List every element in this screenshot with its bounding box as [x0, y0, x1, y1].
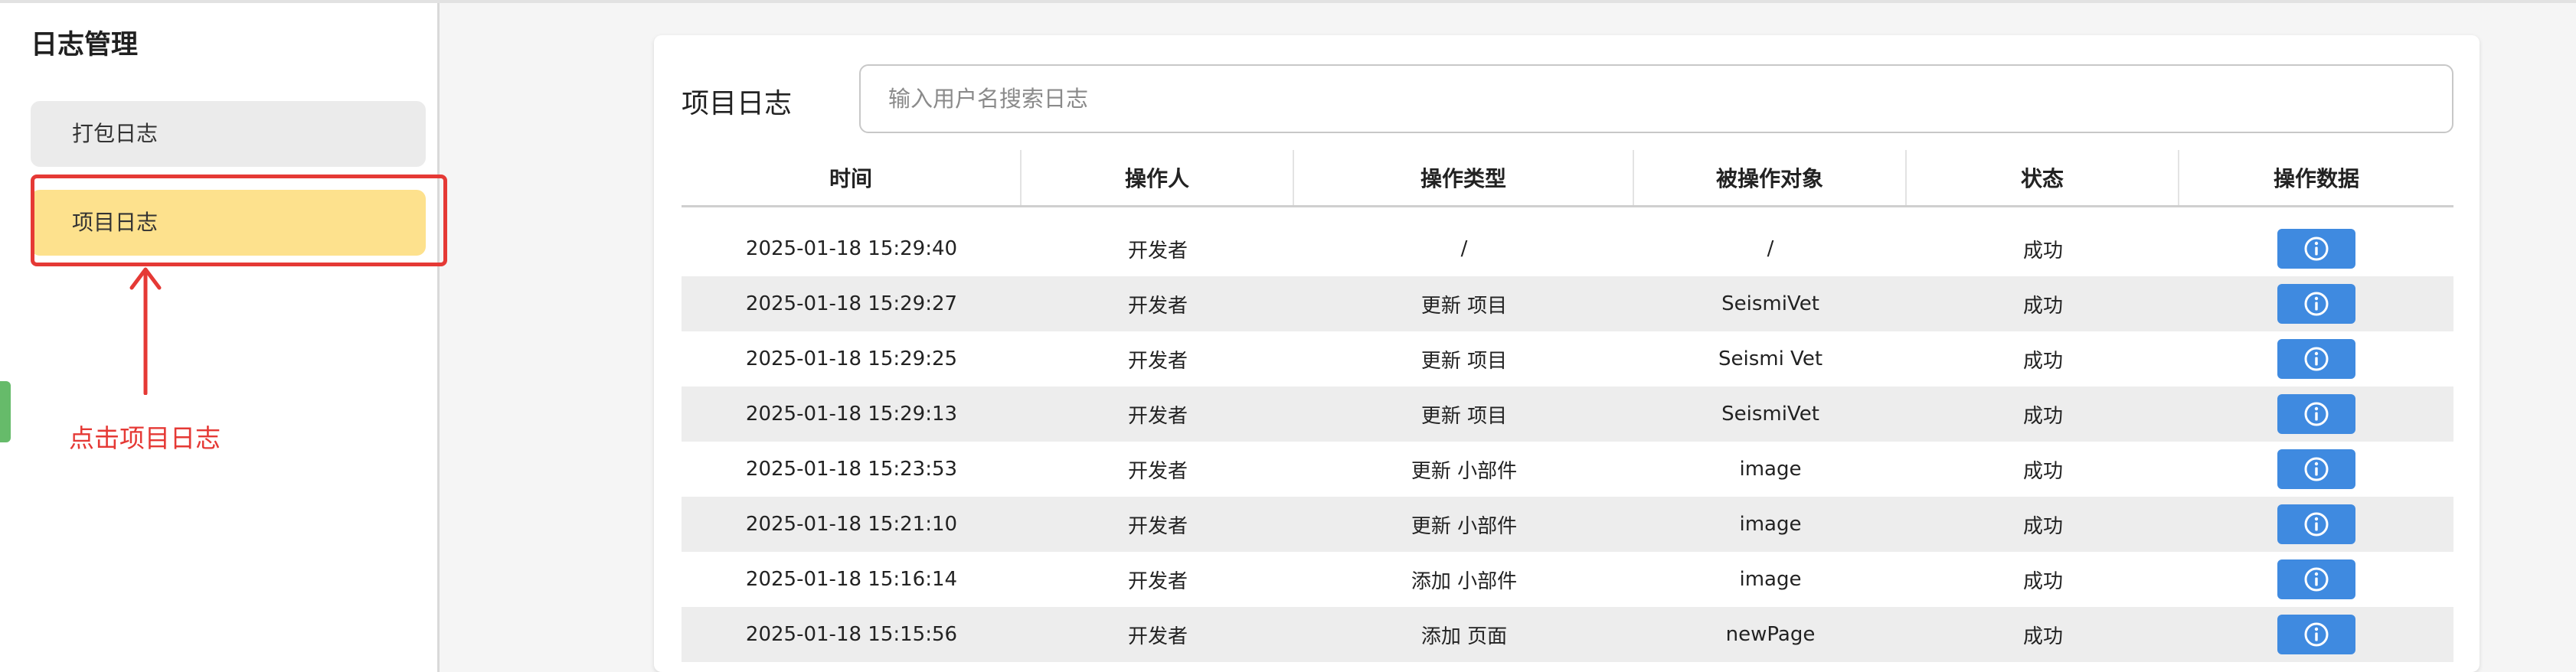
column-header-operator[interactable]: 操作人	[1022, 150, 1294, 205]
table-row: 2025-01-18 15:29:27 开发者 更新 项目 SeismiVet 成功	[682, 276, 2453, 331]
cell-type: 更新 项目	[1420, 294, 1508, 318]
cell-operator: 开发者	[1127, 514, 1188, 538]
view-data-button[interactable]	[2277, 615, 2355, 654]
cell-target: image	[1739, 513, 1802, 536]
view-data-button[interactable]	[2277, 229, 2355, 269]
sidebar: 日志管理 打包日志 项目日志 点击项目日志	[0, 3, 447, 672]
cell-operator: 开发者	[1127, 239, 1188, 263]
table-row: 2025-01-18 15:29:13 开发者 更新 项目 SeismiVet 成功	[682, 387, 2453, 442]
cell-time: 2025-01-18 15:16:14	[745, 568, 958, 591]
cell-time: 2025-01-18 15:29:13	[745, 403, 958, 426]
cell-target: /	[1767, 237, 1774, 260]
cell-status: 成功	[2022, 459, 2063, 483]
table-row: 2025-01-18 15:23:53 开发者 更新 小部件 image 成功	[682, 442, 2453, 497]
cell-time: 2025-01-18 15:29:40	[745, 237, 958, 260]
info-icon	[2304, 237, 2329, 261]
cell-action	[2179, 442, 2453, 497]
view-data-button[interactable]	[2277, 504, 2355, 544]
table-row: 2025-01-18 15:29:40 开发者 / / 成功	[682, 221, 2453, 276]
column-header-time[interactable]: 时间	[682, 150, 1022, 205]
cell-time: 2025-01-18 15:21:10	[745, 513, 958, 536]
cell-type: 添加 页面	[1420, 625, 1508, 648]
cell-operator: 开发者	[1127, 349, 1188, 373]
cell-type: 更新 小部件	[1411, 514, 1518, 538]
cell-type: 更新 小部件	[1411, 459, 1518, 483]
cell-target: image	[1739, 458, 1802, 481]
log-card: 项目日志 时间 操作人 操作类型 被操作对象 状态 操作数据 2025-01-1…	[654, 35, 2480, 672]
info-icon	[2304, 457, 2329, 481]
cell-time: 2025-01-18 15:29:27	[745, 292, 958, 315]
sidebar-title: 日志管理	[31, 30, 139, 60]
cell-action	[2179, 276, 2453, 331]
cell-operator: 开发者	[1127, 459, 1188, 483]
annotation-text: 点击项目日志	[69, 423, 221, 453]
annotation-highlight-box	[31, 175, 447, 266]
edge-handle[interactable]	[0, 381, 11, 442]
cell-status: 成功	[2022, 239, 2063, 263]
search-input[interactable]	[859, 64, 2453, 133]
cell-time: 2025-01-18 15:29:25	[745, 347, 958, 370]
cell-status: 成功	[2022, 349, 2063, 373]
cell-target: Seismi Vet	[1718, 347, 1823, 370]
cell-type: 更新 项目	[1420, 349, 1508, 373]
cell-status: 成功	[2022, 625, 2063, 648]
table-row: 2025-01-18 15:15:56 开发者 添加 页面 newPage 成功	[682, 607, 2453, 662]
column-header-target[interactable]: 被操作对象	[1634, 150, 1907, 205]
log-table: 时间 操作人 操作类型 被操作对象 状态 操作数据 2025-01-18 15:…	[682, 150, 2453, 662]
cell-operator: 开发者	[1127, 404, 1188, 428]
cell-operator: 开发者	[1127, 569, 1188, 593]
cell-target: SeismiVet	[1721, 292, 1819, 315]
view-data-button[interactable]	[2277, 449, 2355, 489]
column-header-type[interactable]: 操作类型	[1294, 150, 1634, 205]
column-header-status[interactable]: 状态	[1907, 150, 2179, 205]
cell-action	[2179, 221, 2453, 276]
view-data-button[interactable]	[2277, 394, 2355, 434]
cell-target: newPage	[1725, 623, 1816, 646]
cell-action	[2179, 607, 2453, 662]
info-icon	[2304, 347, 2329, 371]
view-data-button[interactable]	[2277, 559, 2355, 599]
view-data-button[interactable]	[2277, 284, 2355, 324]
table-body: 2025-01-18 15:29:40 开发者 / / 成功 2025-01-18 15:…	[682, 221, 2453, 662]
table-row: 2025-01-18 15:21:10 开发者 更新 小部件 image 成功	[682, 497, 2453, 552]
cell-type: 更新 项目	[1420, 404, 1508, 428]
cell-time: 2025-01-18 15:15:56	[745, 623, 958, 646]
page-title: 项目日志	[682, 88, 793, 119]
cell-status: 成功	[2022, 404, 2063, 428]
info-icon	[2304, 567, 2329, 592]
view-data-button[interactable]	[2277, 339, 2355, 379]
cell-type: /	[1460, 237, 1468, 260]
cell-action	[2179, 497, 2453, 552]
cell-target: image	[1739, 568, 1802, 591]
sidebar-item-pack-log[interactable]: 打包日志	[31, 101, 426, 167]
table-row: 2025-01-18 15:16:14 开发者 添加 小部件 image 成功	[682, 552, 2453, 607]
info-icon	[2304, 512, 2329, 537]
cell-target: SeismiVet	[1721, 403, 1819, 426]
info-icon	[2304, 402, 2329, 426]
info-icon	[2304, 622, 2329, 647]
cell-action	[2179, 331, 2453, 387]
table-header: 时间 操作人 操作类型 被操作对象 状态 操作数据	[682, 150, 2453, 207]
cell-action	[2179, 552, 2453, 607]
info-icon	[2304, 292, 2329, 316]
annotation-arrow-icon	[129, 267, 162, 395]
column-header-action-data[interactable]: 操作数据	[2179, 150, 2453, 205]
cell-action	[2179, 387, 2453, 442]
cell-type: 添加 小部件	[1411, 569, 1518, 593]
table-row: 2025-01-18 15:29:25 开发者 更新 项目 Seismi Vet 成功	[682, 331, 2453, 387]
cell-status: 成功	[2022, 514, 2063, 538]
cell-time: 2025-01-18 15:23:53	[745, 458, 958, 481]
cell-status: 成功	[2022, 294, 2063, 318]
cell-operator: 开发者	[1127, 625, 1188, 648]
cell-operator: 开发者	[1127, 294, 1188, 318]
cell-status: 成功	[2022, 569, 2063, 593]
